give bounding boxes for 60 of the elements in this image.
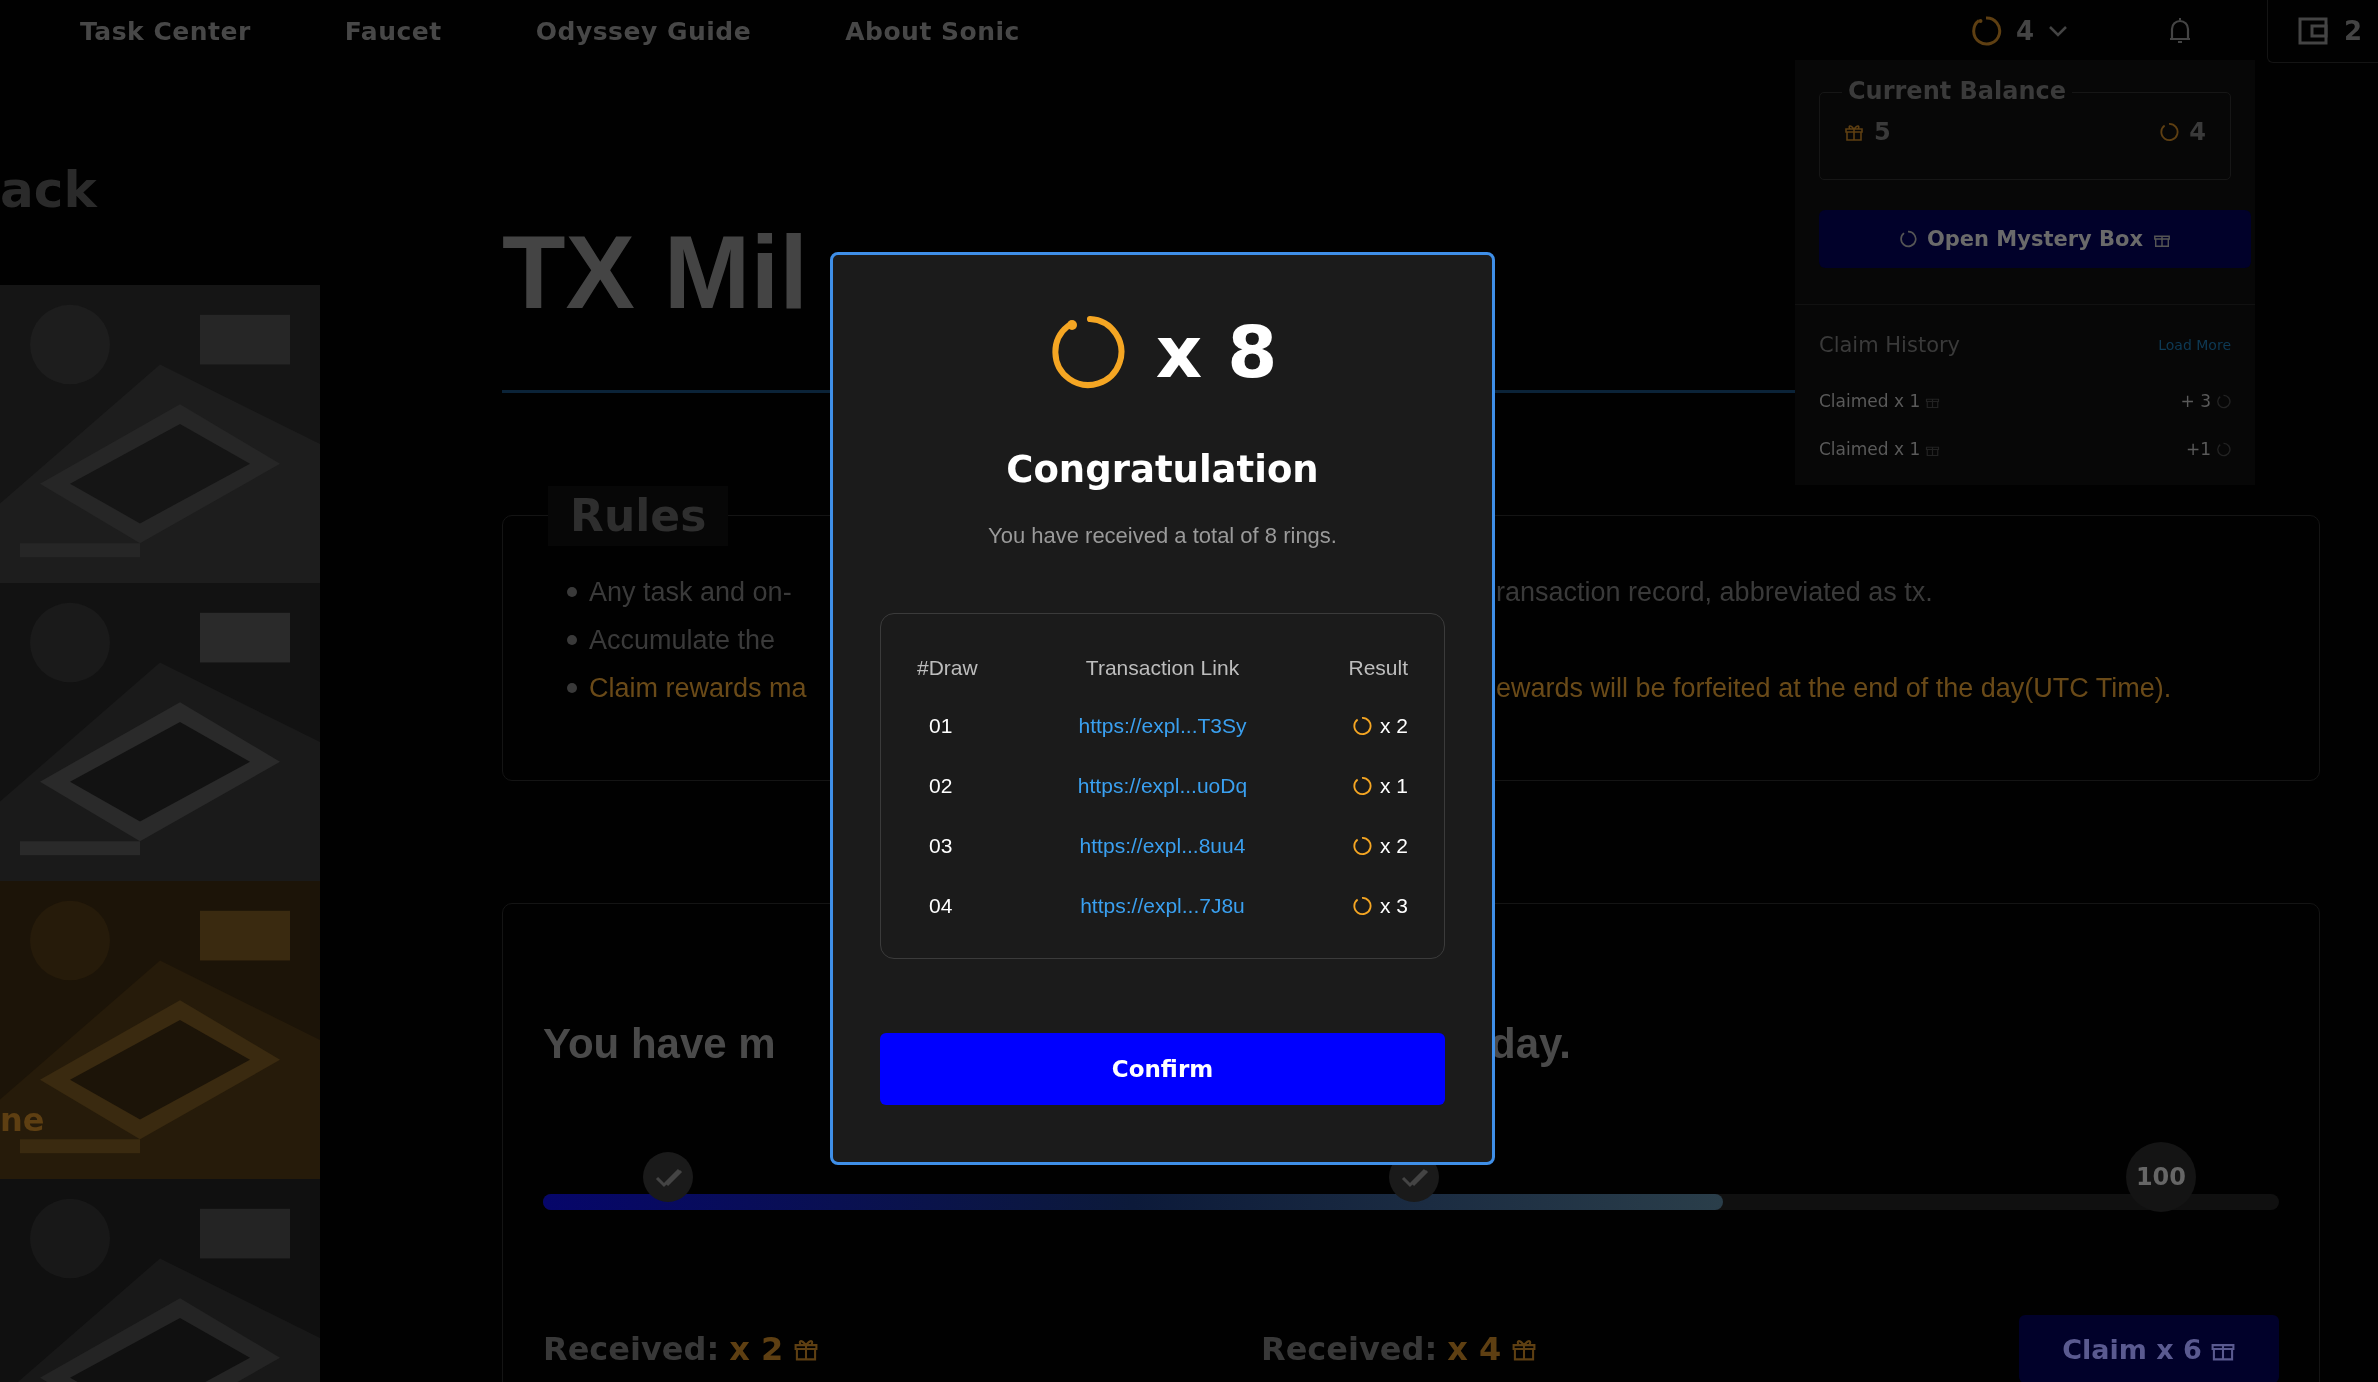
table-cell: x 2 [1380,714,1408,738]
column-header: #Draw [917,656,979,680]
notification-bell-icon[interactable] [2168,16,2192,46]
bullet-icon [567,683,577,693]
claim-amount: +1 [2185,439,2211,459]
claim-entry: Claimed x 1 [1819,391,1921,411]
ring-count: 4 [2015,16,2034,46]
claim-amount: + 3 [2180,391,2211,411]
rule-text: Accumulate the [589,624,776,656]
page-title: TX Mil [502,213,809,332]
table-cell: x 3 [1380,894,1408,918]
load-more-link[interactable]: Load More [2158,337,2231,353]
ring-icon [1352,776,1372,796]
column-header: Transaction Link [1084,656,1241,680]
wallet-button[interactable]: 2 [2267,0,2378,63]
milestone-check-icon [643,1152,693,1202]
chevron-down-icon[interactable] [2048,25,2068,37]
gift-icon [1844,122,1864,142]
rule-text: ewards will be forfeited at the end of the day(UTC Time). [1496,672,2172,703]
rule-text: Any task and on- [589,576,792,608]
progress-heading: You have m [543,1020,777,1068]
transaction-link[interactable]: https://expl...T3Sy [1078,714,1247,737]
ring-icon [1352,896,1372,916]
received-amount: x 4 [1447,1330,1502,1368]
table-cell: x 2 [1380,834,1408,858]
confirm-button[interactable]: Confirm [880,1033,1445,1105]
nav-link[interactable]: Faucet [344,16,442,46]
nav-link[interactable]: Task Center [80,16,251,46]
rule-text: ransaction record, abbreviated as tx. [1496,576,1933,607]
nav-link[interactable]: About Sonic [845,16,1020,46]
ring-icon [1352,716,1372,736]
ring-icon [2159,122,2180,142]
wallet-icon [2298,16,2328,45]
ring-icon [1898,230,1917,248]
ring-total: x 8 [1155,310,1278,394]
transaction-link[interactable]: https://expl...uoDq [1077,774,1248,797]
received-amount: x 2 [729,1330,784,1368]
table-cell-text: 01 [928,714,954,738]
open-mystery-box-button[interactable]: Open Mystery Box [1819,210,2251,268]
rule-text: Claim rewards ma [589,672,807,704]
progress-heading: day. [1490,1020,1571,1068]
ring-icon [1352,836,1372,856]
table-cell: x 1 [1380,774,1408,798]
column-header: Result [1347,656,1408,680]
dialog-title: Congratulation [1006,448,1319,491]
table-cell-text: 03 [928,834,954,858]
bullet-icon [567,587,577,597]
nav-link[interactable]: Odyssey Guide [535,16,752,46]
transaction-link[interactable]: https://expl...8uu4 [1079,834,1246,857]
milestone-label: 100 [2125,1142,2196,1212]
claim-button[interactable]: Claim x 6 [2019,1315,2279,1382]
table-cell-text: 04 [928,894,954,918]
transaction-link[interactable]: https://expl...7J8u [1080,894,1245,917]
ring-icon [2216,441,2231,457]
dialog-message: You have received a total of 8 rings. [988,523,1337,549]
bullet-icon [567,635,577,645]
claim-entry: Claimed x 1 [1819,439,1921,459]
table-cell-text: 02 [928,774,954,798]
ring-icon [2216,393,2231,409]
ring-icon [1969,15,2002,47]
